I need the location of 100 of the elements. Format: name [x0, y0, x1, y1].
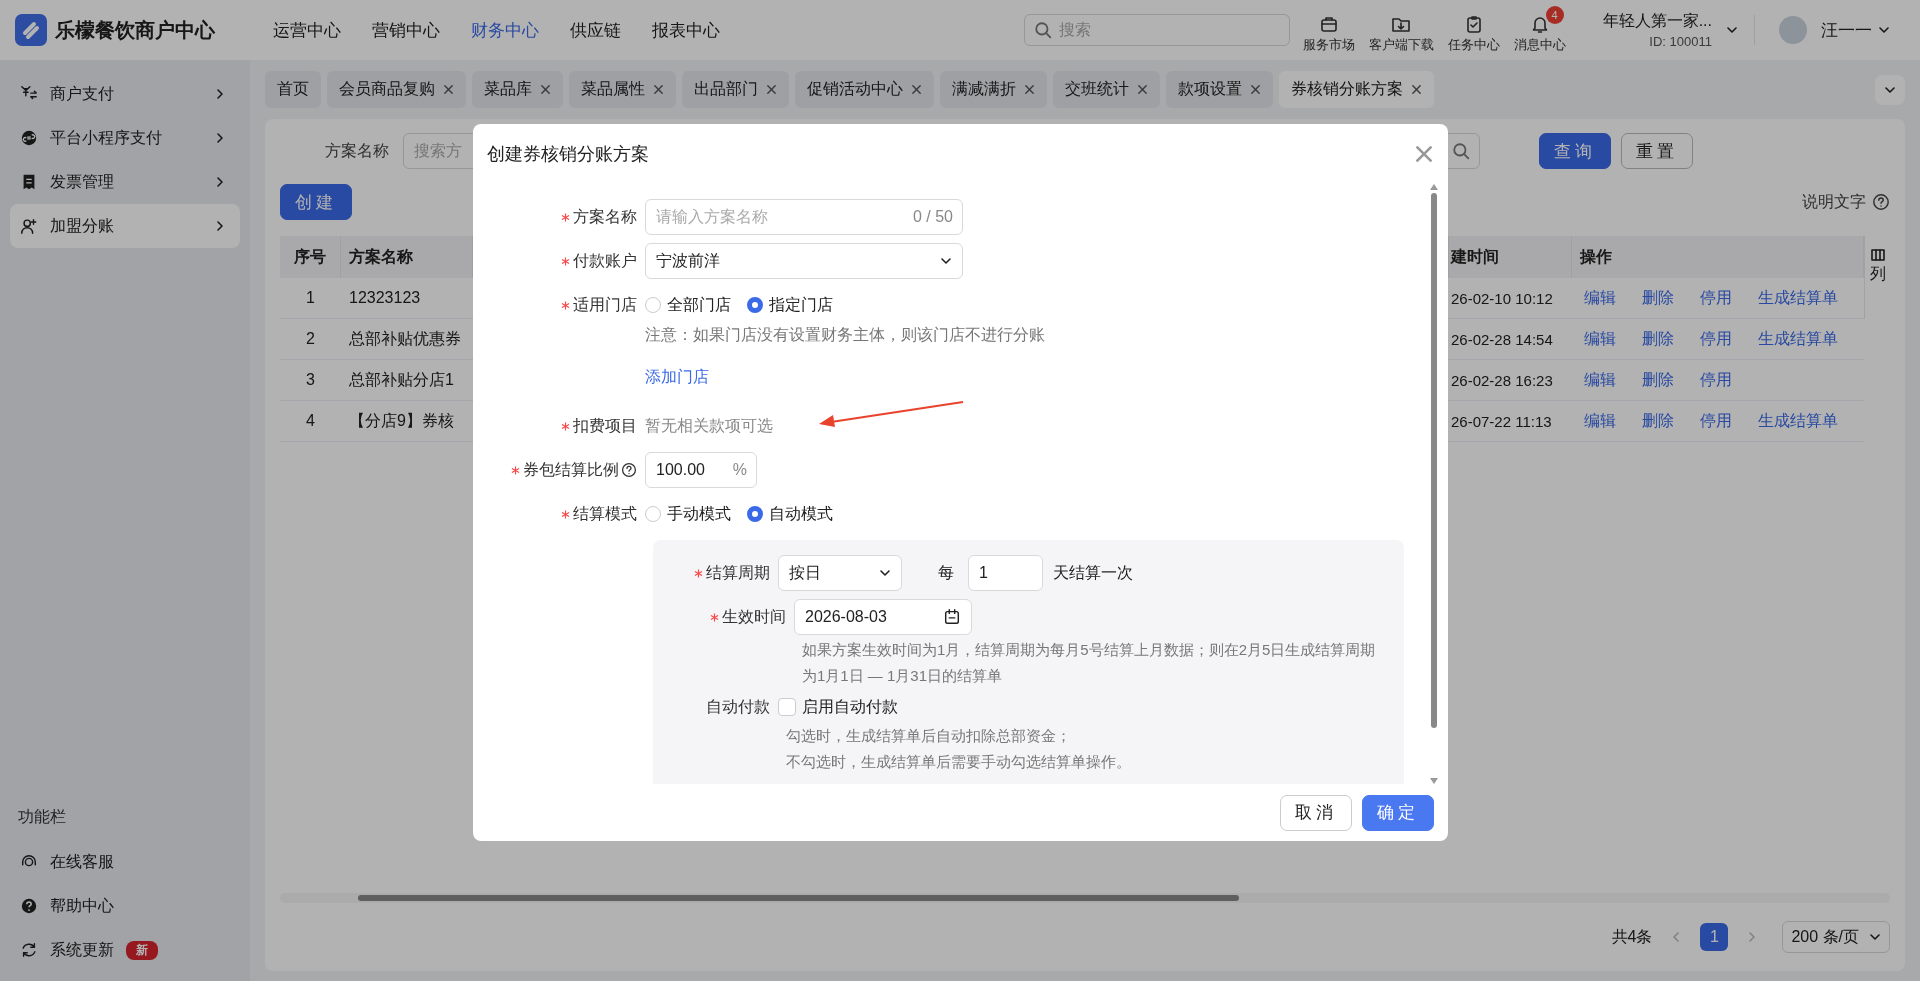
action-link[interactable]: 删除 — [1642, 328, 1674, 350]
search-icon — [1033, 21, 1052, 39]
action-link[interactable]: 生成结算单 — [1758, 410, 1838, 432]
close-icon — [540, 84, 551, 95]
period-select[interactable]: 按日 — [778, 555, 902, 591]
nav-link[interactable]: 营销中心 — [372, 18, 440, 42]
caret-icon — [1869, 931, 1881, 943]
refresh-icon — [20, 941, 38, 959]
search-field[interactable]: 搜索 — [1023, 14, 1290, 46]
account-select[interactable]: 宁波前洋 — [645, 243, 963, 279]
required-icon — [561, 256, 570, 266]
table-cell: 1 — [280, 278, 341, 319]
bag-icon — [1318, 14, 1339, 34]
toolbar-button[interactable]: 消息中心 4 — [1510, 6, 1569, 54]
action-link[interactable]: 删除 — [1642, 410, 1674, 432]
sidebar-tool[interactable]: 在线客服 — [0, 840, 250, 884]
tab[interactable]: 会员商品复购 — [327, 71, 466, 108]
table-cell: 3 — [280, 360, 341, 401]
close-icon — [1024, 84, 1035, 95]
action-link[interactable]: 停用 — [1700, 287, 1732, 309]
page-size-select[interactable]: 200 条/页 — [1782, 921, 1890, 953]
action-link[interactable]: 生成结算单 — [1758, 287, 1838, 309]
tab[interactable]: 菜品库 — [472, 71, 563, 108]
chevron-right-icon — [214, 132, 226, 144]
tab[interactable]: 菜品属性 — [569, 71, 676, 108]
sidebar-tool[interactable]: 系统更新 新 — [0, 928, 250, 972]
required-icon — [561, 300, 570, 310]
tab[interactable]: 促销活动中心 — [795, 71, 934, 108]
tab[interactable]: 款项设置 — [1166, 71, 1273, 108]
field-label: 自动付款 — [706, 696, 770, 717]
search-icon — [1452, 142, 1470, 160]
chevron-right-icon — [214, 220, 226, 232]
action-link[interactable]: 生成结算单 — [1758, 328, 1838, 350]
toolbar-button[interactable]: 任务中心 — [1444, 6, 1503, 54]
tabs-menu-button[interactable] — [1875, 74, 1905, 105]
dialog-title: 创建券核销分账方案 — [487, 143, 649, 166]
required-icon — [561, 421, 570, 431]
action-link[interactable]: 编辑 — [1584, 369, 1616, 391]
store-switcher[interactable]: 年轻人第一家... ID: 100011 — [1602, 11, 1738, 49]
action-link[interactable]: 编辑 — [1584, 328, 1616, 350]
radio-option[interactable]: 全部门店 — [645, 294, 731, 316]
nav-link[interactable]: 运营中心 — [273, 18, 341, 42]
sidebar-item[interactable]: 商户支付 — [10, 72, 240, 116]
chevron-right-icon — [214, 88, 226, 100]
dialog-button[interactable]: 取消 — [1280, 794, 1352, 831]
page-button[interactable]: 1 — [1700, 923, 1729, 951]
close-button[interactable] — [1414, 144, 1434, 164]
action-link[interactable]: 停用 — [1700, 410, 1732, 432]
action-link[interactable]: 编辑 — [1584, 410, 1616, 432]
tab[interactable]: 首页 — [265, 71, 321, 108]
tab[interactable]: 满减满折 — [940, 71, 1047, 108]
scroll-up-icon — [1430, 184, 1438, 190]
nav-link[interactable]: 财务中心 — [471, 18, 539, 42]
help-link[interactable]: 说明文字 — [1802, 191, 1890, 213]
column-header: 序号 — [280, 236, 341, 278]
required-icon — [694, 568, 703, 578]
radio-option[interactable]: 指定门店 — [747, 294, 833, 316]
add-store-link[interactable]: 添加门店 — [645, 367, 709, 391]
toolbar-button[interactable]: 客户端下载 — [1365, 6, 1437, 54]
radio-option[interactable]: 手动模式 — [645, 503, 731, 525]
field-label: 适用门店 — [573, 294, 637, 315]
tab[interactable]: 券核销分账方案 — [1279, 71, 1434, 108]
sidebar-tool[interactable]: 帮助中心 — [0, 884, 250, 928]
user-menu[interactable]: 汪一一 — [1821, 18, 1890, 42]
interval-input[interactable]: 1 — [968, 555, 1043, 591]
field-label: 方案名称 — [573, 206, 637, 227]
date-input[interactable]: 2026-08-03 — [794, 599, 972, 635]
help-icon — [621, 462, 637, 478]
action-link[interactable]: 停用 — [1700, 328, 1732, 350]
close-icon — [1250, 84, 1261, 95]
action-link[interactable]: 删除 — [1642, 287, 1674, 309]
radio-option[interactable]: 自动模式 — [747, 503, 833, 525]
vertical-scrollbar[interactable] — [1428, 184, 1440, 784]
nav-link[interactable]: 供应链 — [570, 18, 621, 42]
tab[interactable]: 出品部门 — [682, 71, 789, 108]
new-badge: 新 — [126, 940, 158, 960]
required-icon — [561, 212, 570, 222]
action-link[interactable]: 删除 — [1642, 369, 1674, 391]
required-icon — [710, 612, 719, 622]
app-title: 乐檬餐饮商户中心 — [55, 17, 215, 43]
field-label: 结算周期 — [706, 562, 770, 583]
nav-link[interactable]: 报表中心 — [652, 18, 720, 42]
sidebar-item[interactable]: 发票管理 — [10, 160, 240, 204]
action-link[interactable]: 停用 — [1700, 369, 1732, 391]
sidebar-item[interactable]: 平台小程序支付 — [10, 116, 240, 160]
toolbar-button[interactable]: 服务市场 — [1299, 6, 1358, 54]
dialog-button[interactable]: 确定 — [1362, 794, 1434, 831]
close-icon — [443, 84, 454, 95]
table-cell: 26-02-28 16:23 — [1449, 360, 1572, 401]
caret-icon — [1878, 24, 1890, 36]
tab[interactable]: 交班统计 — [1053, 71, 1160, 108]
action-link[interactable]: 编辑 — [1584, 287, 1616, 309]
filter-button[interactable]: 查询 — [1539, 133, 1611, 169]
column-settings-button[interactable]: 列 — [1864, 236, 1890, 319]
horizontal-scrollbar[interactable] — [280, 893, 1890, 903]
checkbox-option[interactable]: 启用自动付款 — [778, 696, 898, 718]
columns-icon — [1870, 248, 1885, 262]
create-button[interactable]: 创建 — [280, 184, 352, 220]
filter-button[interactable]: 重置 — [1621, 133, 1693, 169]
sidebar-item[interactable]: 加盟分账 — [10, 204, 240, 248]
